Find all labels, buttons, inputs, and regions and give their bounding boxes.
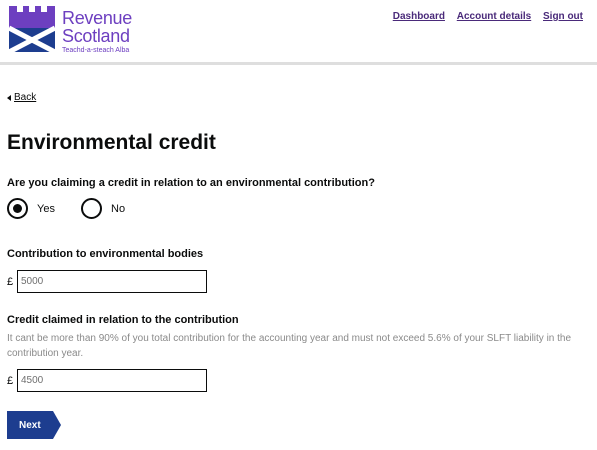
- radio-no-circle[interactable]: [81, 198, 102, 219]
- credit-currency: £: [7, 375, 14, 387]
- header-divider: [0, 62, 597, 65]
- brand-line-scotland: Scotland: [62, 26, 130, 46]
- page-title: Environmental credit: [7, 131, 216, 154]
- radio-yes[interactable]: Yes: [7, 198, 55, 219]
- site-header: Revenue Scotland Teachd-a-steach Alba Da…: [0, 0, 597, 62]
- contribution-label: Contribution to environmental bodies: [7, 248, 204, 260]
- credit-claimed-hint: It cant be more than 90% of you total co…: [7, 333, 572, 359]
- account-details-link[interactable]: Account details: [457, 11, 531, 22]
- back-arrow-icon: [7, 94, 11, 101]
- credit-claimed-input[interactable]: 4500: [17, 369, 207, 392]
- revenue-scotland-logo[interactable]: [7, 6, 57, 52]
- environmental-credit-question: Are you claiming a credit in relation to…: [7, 177, 375, 189]
- radio-no-label[interactable]: No: [111, 203, 125, 215]
- radio-no[interactable]: No: [81, 198, 125, 219]
- radio-yes-circle[interactable]: [7, 198, 28, 219]
- sign-out-link[interactable]: Sign out: [543, 11, 583, 22]
- credit-claimed-label: Credit claimed in relation to the contri…: [7, 314, 239, 326]
- dashboard-link[interactable]: Dashboard: [393, 11, 445, 22]
- brand-wordmark: Revenue Scotland Teachd-a-steach Alba: [62, 9, 132, 55]
- next-button[interactable]: Next: [7, 411, 61, 439]
- next-button-label: Next: [19, 419, 41, 431]
- contribution-currency: £: [7, 276, 14, 288]
- top-navigation: Dashboard Account details Sign out: [384, 11, 583, 22]
- radio-yes-label[interactable]: Yes: [37, 203, 55, 215]
- back-link[interactable]: Back: [7, 92, 36, 103]
- back-label: Back: [14, 92, 37, 103]
- contribution-input[interactable]: 5000: [17, 270, 207, 293]
- radio-selected-dot: [13, 204, 22, 213]
- brand-line-revenue: Revenue: [62, 8, 132, 28]
- brand-gaelic-line: Teachd-a-steach Alba: [62, 47, 130, 54]
